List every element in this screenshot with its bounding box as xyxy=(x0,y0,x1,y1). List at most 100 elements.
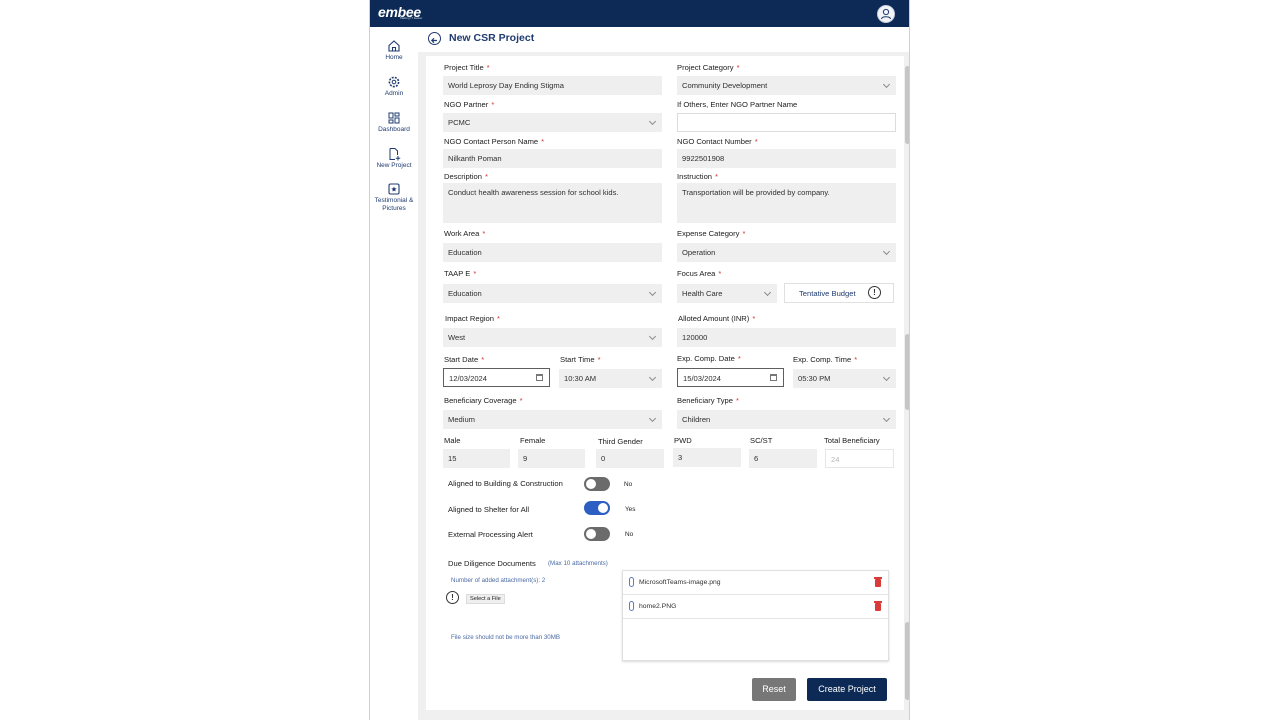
taap-e-label: TAAP E * xyxy=(444,269,477,278)
taap-e-select[interactable]: Education xyxy=(443,284,662,303)
warning-icon: ! xyxy=(446,591,459,604)
delete-icon[interactable] xyxy=(874,577,882,587)
paperclip-icon xyxy=(629,577,634,587)
create-project-button[interactable]: Create Project xyxy=(807,678,887,701)
pwd-count-input[interactable]: 3 xyxy=(673,448,741,467)
male-label: Male xyxy=(444,436,461,445)
exp-comp-date-label: Exp. Comp. Date * xyxy=(677,354,741,363)
select-file-button[interactable]: Select a File xyxy=(466,594,505,604)
attachment-row: MicrosoftTeams-image.png xyxy=(623,571,888,595)
start-date-input[interactable]: 12/03/2024 xyxy=(443,368,550,387)
page-title: New CSR Project xyxy=(449,32,535,44)
sidebar-item-label: Dashboard xyxy=(378,126,410,133)
focus-area-label: Focus Area * xyxy=(677,269,722,278)
toggle-knob xyxy=(586,479,596,489)
toggle-knob xyxy=(586,529,596,539)
required-asterisk: * xyxy=(742,229,746,238)
total-beneficiary-label: Total Beneficiary xyxy=(824,436,880,445)
required-asterisk: * xyxy=(597,355,601,364)
instruction-label: Instruction * xyxy=(677,172,719,181)
exp-comp-date-input[interactable]: 15/03/2024 xyxy=(677,368,784,387)
ngo-contact-name-input[interactable]: Nilkanth Poman xyxy=(443,149,662,168)
third-gender-count-input[interactable]: 0 xyxy=(596,449,664,468)
required-asterisk: * xyxy=(482,229,486,238)
calendar-icon[interactable] xyxy=(536,374,543,381)
required-asterisk: * xyxy=(481,355,485,364)
scrollbar[interactable] xyxy=(904,56,909,704)
delete-icon[interactable] xyxy=(874,601,882,611)
required-asterisk: * xyxy=(752,314,756,323)
expense-category-select[interactable]: Operation xyxy=(677,243,896,262)
user-avatar-icon[interactable] xyxy=(877,5,895,23)
attachment-filename[interactable]: MicrosoftTeams-image.png xyxy=(639,579,721,586)
total-beneficiary-input: 24 xyxy=(825,449,894,468)
sidebar-item-label: Home xyxy=(385,54,403,61)
sc-st-count-input[interactable]: 6 xyxy=(749,449,817,468)
required-asterisk: * xyxy=(519,396,523,405)
info-alert-icon[interactable]: ! xyxy=(868,286,881,299)
description-textarea[interactable]: Conduct health awareness session for sch… xyxy=(443,183,662,223)
ngo-partner-label: NGO Partner * xyxy=(444,100,495,109)
beneficiary-type-label: Beneficiary Type * xyxy=(677,396,739,405)
impact-region-select[interactable]: West xyxy=(443,328,662,347)
sidebar-item-home[interactable]: Home xyxy=(370,39,418,62)
scrollbar-thumb[interactable] xyxy=(905,66,909,144)
reset-button[interactable]: Reset xyxy=(752,678,796,701)
ngo-contact-number-input[interactable]: 9922501908 xyxy=(677,149,896,168)
picture-icon xyxy=(388,183,400,195)
toggle-knob xyxy=(598,503,608,513)
required-asterisk: * xyxy=(486,63,490,72)
home-icon xyxy=(388,40,400,52)
attachment-filename[interactable]: home2.PNG xyxy=(639,603,676,610)
attachment-row: home2.PNG xyxy=(623,595,888,619)
calendar-icon[interactable] xyxy=(770,374,777,381)
female-count-input[interactable]: 9 xyxy=(518,449,585,468)
required-asterisk: * xyxy=(854,355,858,364)
sc-st-label: SC/ST xyxy=(750,436,773,445)
ngo-partner-select[interactable]: PCMC xyxy=(443,113,662,132)
exp-comp-time-select[interactable]: 05:30 PM xyxy=(793,369,896,388)
description-label: Description * xyxy=(444,172,488,181)
external-processing-toggle[interactable] xyxy=(584,527,610,541)
new-file-icon xyxy=(389,148,401,161)
beneficiary-coverage-select[interactable]: Medium xyxy=(443,410,662,429)
required-asterisk: * xyxy=(541,137,545,146)
required-asterisk: * xyxy=(491,100,495,109)
start-date-label: Start Date * xyxy=(444,355,485,364)
work-area-input[interactable]: Education xyxy=(443,243,662,262)
sidebar-item-label: Admin xyxy=(384,90,404,97)
required-asterisk: * xyxy=(754,137,758,146)
start-time-label: Start Time * xyxy=(560,355,601,364)
female-label: Female xyxy=(520,436,546,445)
other-ngo-input[interactable] xyxy=(677,113,896,132)
scrollbar-thumb[interactable] xyxy=(905,334,909,410)
top-bar: embee Making IT Easier xyxy=(370,0,909,27)
scrollbar-thumb[interactable] xyxy=(905,622,909,700)
due-diligence-label: Due Diligence Documents xyxy=(448,559,536,568)
male-count-input[interactable]: 15 xyxy=(443,449,510,468)
sidebar-item-admin[interactable]: Admin xyxy=(370,75,418,98)
toggle-state: Yes xyxy=(625,506,636,513)
project-category-select[interactable]: Community Development xyxy=(677,76,896,95)
project-title-input[interactable]: World Leprosy Day Ending Stigma xyxy=(443,76,662,95)
project-category-label: Project Category * xyxy=(677,63,740,72)
toggle-label: Aligned to Building & Construction xyxy=(448,479,563,488)
sidebar: Home Admin Dashboard New Project Testimo… xyxy=(370,27,418,720)
sidebar-item-new-project[interactable]: New Project xyxy=(370,147,418,170)
start-time-select[interactable]: 10:30 AM xyxy=(559,369,662,388)
beneficiary-type-select[interactable]: Children xyxy=(677,410,896,429)
shelter-for-all-toggle[interactable] xyxy=(584,501,610,515)
impact-region-label: Impact Region * xyxy=(445,314,500,323)
alloted-amount-input[interactable]: 120000 xyxy=(677,328,896,347)
sidebar-item-label: New Project xyxy=(376,162,412,169)
sidebar-item-testimonial[interactable]: Testimonial & Pictures xyxy=(370,182,418,213)
instruction-textarea[interactable]: Transportation will be provided by compa… xyxy=(677,183,896,223)
back-button[interactable] xyxy=(428,32,441,45)
required-asterisk: * xyxy=(718,269,722,278)
beneficiary-coverage-label: Beneficiary Coverage * xyxy=(444,396,523,405)
sidebar-item-dashboard[interactable]: Dashboard xyxy=(370,111,418,134)
project-title-label: Project Title * xyxy=(444,63,490,72)
building-construction-toggle[interactable] xyxy=(584,477,610,491)
focus-area-select[interactable]: Health Care xyxy=(677,284,777,303)
logo-tagline: Making IT Easier xyxy=(400,16,423,20)
